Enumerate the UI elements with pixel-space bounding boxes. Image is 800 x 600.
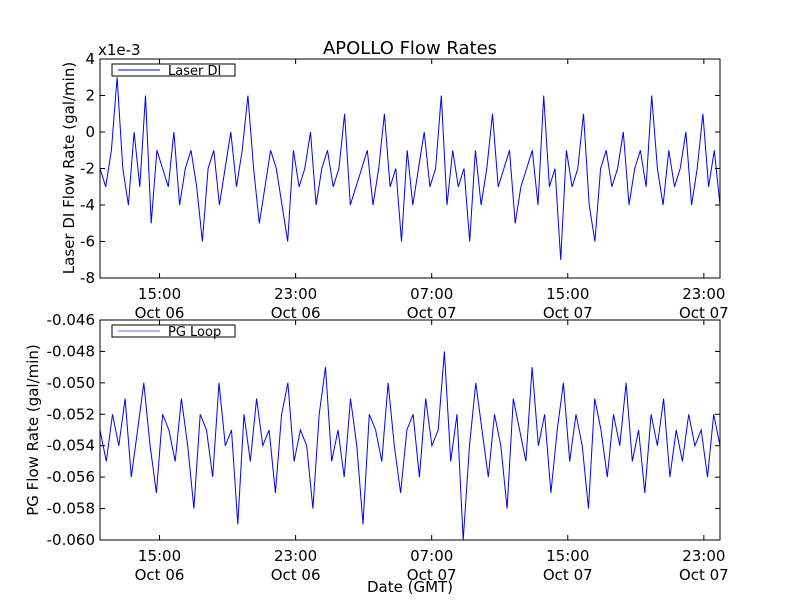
legend: Laser DI xyxy=(111,63,236,79)
y-tick-label: -0.048 xyxy=(47,342,95,360)
x-tick-label-date: Oct 06 xyxy=(135,566,185,584)
x-tick-label-date: Oct 06 xyxy=(271,304,321,322)
x-tick-label-date: Oct 07 xyxy=(679,304,729,322)
figure: APOLLO Flow Rates x1e-3 4 2 0 -2 -4 -6 -8 15:00… xyxy=(24,38,729,596)
pg-loop-axes: -0.046 -0.048 -0.050 -0.052 -0.054 -0.056 -0.0… xyxy=(47,311,729,584)
legend: PG Loop xyxy=(111,324,236,340)
x-tick-label-date: Oct 06 xyxy=(135,304,185,322)
x-tick-label-time: 07:00 xyxy=(410,285,453,303)
x-tick-label-date: Oct 07 xyxy=(407,304,457,322)
y-tick-label: -4 xyxy=(80,196,95,214)
x-axis-label: Date (GMT) xyxy=(367,578,453,596)
y-tick-label: -0.058 xyxy=(47,500,95,518)
x-tick-label-date: Oct 07 xyxy=(543,566,593,584)
axes-frame xyxy=(99,319,721,541)
x-tick-label-time: 23:00 xyxy=(274,285,317,303)
y-tick-label: 0 xyxy=(85,123,95,141)
series-line-pg-loop xyxy=(99,351,721,541)
x-tick-label-time: 23:00 xyxy=(682,285,725,303)
laser-di-axes: 420-2-4-6-815:00Oct 0623:00Oct 0607:00Oc… xyxy=(80,50,729,322)
legend-label: PG Loop xyxy=(168,325,221,340)
chart-title: APOLLO Flow Rates xyxy=(323,38,497,59)
x-tick-label-time: 23:00 xyxy=(274,547,317,565)
y-tick-label: -0.052 xyxy=(47,405,95,423)
x-tick-label-time: 23:00 xyxy=(682,547,725,565)
y-offset-label: x1e-3 xyxy=(98,41,141,59)
x-tick-label-time: 07:00 xyxy=(410,547,453,565)
x-tick-label-time: 15:00 xyxy=(138,547,181,565)
x-tick-label-date: Oct 07 xyxy=(543,304,593,322)
y-tick-label: -0.050 xyxy=(47,374,95,392)
y-tick-label: -6 xyxy=(80,233,95,251)
x-tick-label-date: Oct 07 xyxy=(679,566,729,584)
y-tick-label: -8 xyxy=(80,269,95,287)
y-tick-label: 4 xyxy=(85,50,95,68)
y-axis-label-laser-di: Laser DI Flow Rate (gal/min) xyxy=(60,62,78,274)
x-tick-label-time: 15:00 xyxy=(546,285,589,303)
y-tick-label: -2 xyxy=(80,160,95,178)
legend-label: Laser DI xyxy=(168,64,221,79)
y-tick-label: -0.054 xyxy=(47,437,95,455)
axes-frame xyxy=(99,58,721,279)
y-tick-label: 2 xyxy=(85,87,95,105)
series-line-laser-di xyxy=(99,77,721,260)
y-tick-label: -0.060 xyxy=(47,531,95,549)
x-tick-label-time: 15:00 xyxy=(546,547,589,565)
x-tick-label-date: Oct 06 xyxy=(271,566,321,584)
x-tick-label-time: 15:00 xyxy=(138,285,181,303)
y-tick-label: -0.056 xyxy=(47,468,95,486)
y-tick-label: -0.046 xyxy=(47,311,95,329)
y-axis-label-pg-loop: PG Flow Rate (gal/min) xyxy=(24,344,42,516)
